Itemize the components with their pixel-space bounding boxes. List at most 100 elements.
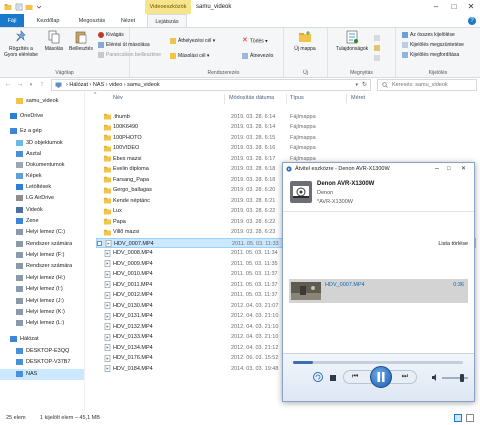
playlist-item[interactable]: HDV_0007.MP4 0:36 [289, 279, 468, 303]
tab-file[interactable]: Fájl [0, 14, 24, 28]
paste-shortcut-button[interactable]: Parancsikon beillesztése [98, 51, 161, 59]
address-field[interactable]: › Hálózat › NAS › video › samu_videok ▾ … [51, 79, 371, 91]
close-button[interactable]: ✕ [463, 0, 479, 14]
pause-button[interactable] [370, 366, 392, 388]
sidebar-item-helyi-lemez-f[interactable]: Helyi lemez (F:) [0, 250, 84, 261]
rename-button[interactable]: Átnevezés [242, 52, 273, 60]
column-divider[interactable] [286, 94, 287, 104]
qat-dropdown-icon[interactable] [35, 3, 43, 11]
properties-button[interactable]: Tulajdonságok [334, 30, 370, 52]
mute-icon[interactable] [431, 373, 440, 382]
open-button[interactable] [374, 34, 382, 42]
move-to-button[interactable]: Áthelyezési cél ▾ [170, 37, 215, 45]
sidebar-item-zene[interactable]: Zene [0, 216, 84, 227]
paste-button[interactable]: Beillesztés [68, 30, 94, 52]
cut-button[interactable]: Kivágás [98, 31, 124, 39]
file-row[interactable]: 100PHOTO 2019. 03. 28. 6:15 Fájlmappa [96, 133, 476, 144]
copy-button[interactable]: Másolás [42, 30, 66, 52]
breadcrumb-video[interactable]: video [109, 82, 122, 88]
volume-thumb[interactable] [460, 374, 464, 382]
volume-slider[interactable] [442, 374, 468, 382]
sidebar-item-helyi-lemez-i[interactable]: Helyi lemez (I:) [0, 284, 84, 295]
sidebar-item-helyi-lemez-k[interactable]: Helyi lemez (K:) [0, 307, 84, 318]
edit-button[interactable] [374, 44, 382, 52]
next-icon[interactable]: ⏭ [402, 373, 408, 381]
file-name: .thumb [113, 113, 130, 120]
sidebar-item-3d-objektumok[interactable]: 3D objektumok [0, 138, 84, 149]
search-input[interactable] [392, 80, 476, 90]
history-button[interactable] [374, 54, 382, 62]
sidebar-item-videók[interactable]: Videók [0, 205, 84, 216]
details-view-icon[interactable] [454, 414, 462, 422]
sidebar-item-dokumentumok[interactable]: Dokumentumok [0, 160, 84, 171]
new-folder-quick-icon[interactable] [25, 3, 33, 11]
tab-home[interactable]: Kezdőlap [29, 14, 67, 28]
recent-locations-button[interactable]: ▾ [26, 80, 36, 90]
search-box[interactable] [377, 79, 477, 91]
file-row[interactable]: 100VIDEO 2019. 03. 28. 6:16 Fájlmappa [96, 143, 476, 154]
sidebar-item-hálózat[interactable]: Hálózat [0, 334, 84, 345]
copy-to-button[interactable]: Másolási cél ▾ [170, 52, 209, 60]
column-header-size[interactable]: Méret [351, 95, 365, 101]
denon-device-icon [290, 181, 312, 203]
maximize-button[interactable]: □ [446, 0, 462, 14]
sidebar-item-onedrive[interactable]: OneDrive [0, 111, 84, 122]
clear-list-link[interactable]: Lista törlése [438, 241, 468, 247]
address-dropdown-icon[interactable]: ▾ [355, 80, 358, 90]
sidebar-item-lg-airdrive[interactable]: LG AirDrive [0, 193, 84, 204]
sidebar-item-rendszer-számára[interactable]: Rendszer számára [0, 261, 84, 272]
sidebar-item-helyi-lemez-l[interactable]: Helyi lemez (L:) [0, 318, 84, 329]
large-icons-view-icon[interactable] [466, 414, 474, 422]
up-button[interactable]: ↑ [37, 80, 47, 90]
back-button[interactable]: ← [3, 80, 13, 90]
column-header-type[interactable]: Típus [290, 95, 304, 101]
sidebar-item-helyi-lemez-c[interactable]: Helyi lemez (C:) [0, 227, 84, 238]
properties-icon[interactable] [15, 3, 23, 11]
tab-view[interactable]: Nézet [115, 14, 141, 28]
tab-share[interactable]: Megosztás [72, 14, 112, 28]
copy-path-button[interactable]: Elérési út másolása [98, 41, 150, 49]
pin-quick-access-button[interactable]: Rögzítés a Gyors elérésbe [2, 30, 40, 58]
file-row[interactable]: 100K6490 2019. 03. 28. 6:14 Fájlmappa [96, 122, 476, 133]
stop-icon[interactable] [330, 375, 336, 381]
sidebar-item-ez-a-gép[interactable]: Ez a gép [0, 126, 84, 137]
forward-button[interactable]: → [15, 80, 25, 90]
select-all-button[interactable]: Az összes kijelölése [402, 31, 455, 39]
dialog-maximize-button[interactable]: □ [447, 163, 451, 175]
row-checkbox[interactable] [97, 240, 102, 246]
invert-selection-button[interactable]: Kijelölés megfordítása [402, 51, 459, 59]
dialog-close-button[interactable]: ✕ [461, 163, 466, 175]
seek-bar[interactable] [293, 361, 463, 364]
previous-icon[interactable]: ⏮ [352, 373, 358, 381]
breadcrumb-nas[interactable]: NAS [93, 82, 104, 88]
file-date: 2019. 03. 28. 6:17 [231, 155, 276, 162]
sidebar-item-letöltések[interactable]: Letöltések [0, 182, 84, 193]
delete-button[interactable]: ✕ Törlés ▾ [242, 37, 268, 45]
sidebar-item-rendszer-számára[interactable]: Rendszer számára [0, 239, 84, 250]
sidebar-item-desktop-v37b7[interactable]: DESKTOP-V37B7 [0, 357, 84, 368]
column-header-name[interactable]: Név [113, 95, 123, 101]
select-none-button[interactable]: Kijelölés megszüntetése [402, 41, 464, 49]
column-divider[interactable] [224, 94, 225, 104]
new-folder-button[interactable]: Új mappa [290, 30, 320, 52]
sidebar-item-képek[interactable]: Képek [0, 171, 84, 182]
sidebar-item-asztal[interactable]: Asztal [0, 149, 84, 160]
column-divider[interactable] [346, 94, 347, 104]
tab-playback[interactable]: Lejátszás [147, 14, 187, 28]
file-row[interactable]: .thumb 2019. 03. 28. 6:14 Fájlmappa [96, 112, 476, 123]
sidebar-item-desktop-e3qq[interactable]: DESKTOP-E3QQ [0, 346, 84, 357]
sidebar-item-nas[interactable]: NAS [0, 369, 84, 380]
sidebar-item-helyi-lemez-j[interactable]: Helyi lemez (J:) [0, 296, 84, 307]
repeat-icon[interactable] [313, 372, 323, 382]
breadcrumb-network[interactable]: Hálózat [69, 82, 88, 88]
file-date: 2012. 04. 03. 21:07 [231, 302, 279, 309]
minimize-button[interactable]: – [428, 0, 444, 14]
sidebar-item-samu-videok[interactable]: samu_videok [0, 96, 84, 107]
sidebar-item-label: Videók [26, 207, 43, 213]
column-header-date[interactable]: Módosítás dátuma [229, 95, 274, 101]
sidebar-item-helyi-lemez-h[interactable]: Helyi lemez (H:) [0, 273, 84, 284]
breadcrumb-samu-videok[interactable]: samu_videok [127, 82, 159, 88]
help-icon[interactable]: ? [468, 17, 476, 25]
refresh-icon[interactable]: ↻ [362, 80, 367, 90]
dialog-minimize-button[interactable]: – [435, 163, 439, 175]
